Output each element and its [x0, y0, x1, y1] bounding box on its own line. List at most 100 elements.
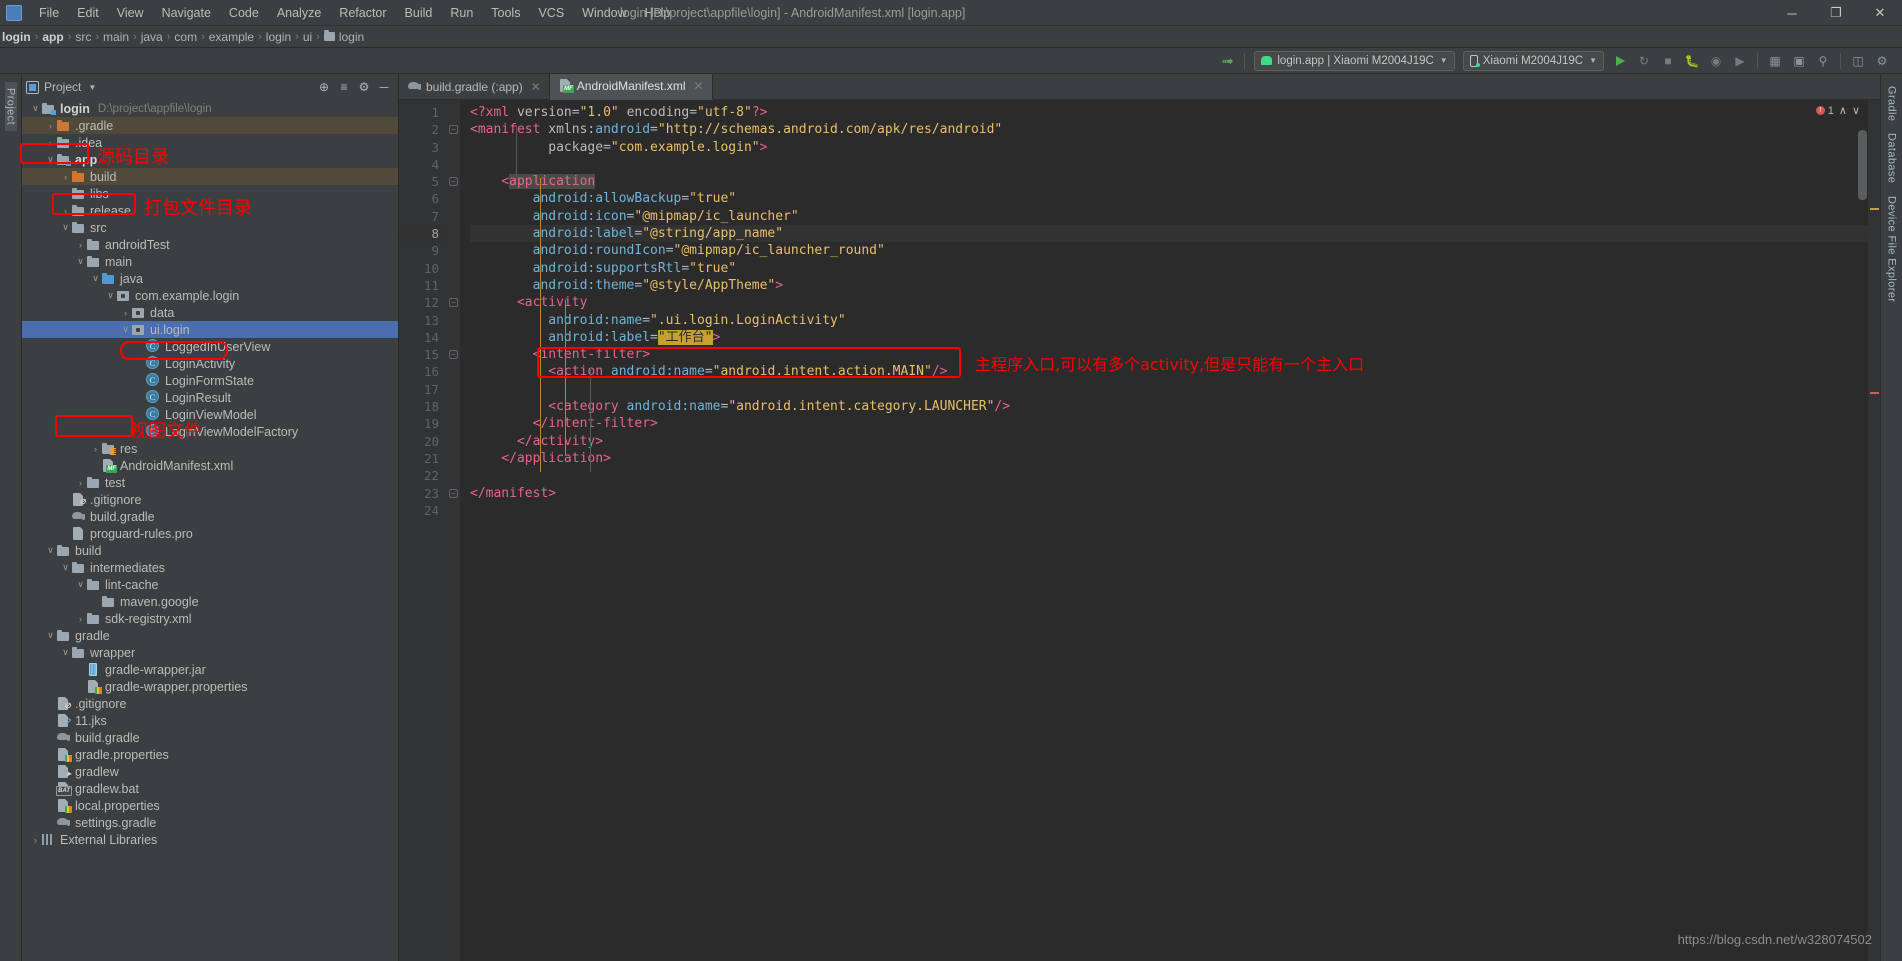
- error-stripe-gutter[interactable]: [1868, 100, 1880, 961]
- menu-item-navigate[interactable]: Navigate: [153, 3, 220, 23]
- chevron-down-icon[interactable]: ∨: [30, 103, 41, 114]
- tree-item-proguard-rules-pro[interactable]: proguard-rules.pro: [22, 525, 398, 542]
- tree-item-res[interactable]: › res: [22, 440, 398, 457]
- chevron-down-icon[interactable]: ∨: [75, 256, 86, 267]
- chevron-right-icon[interactable]: ›: [75, 478, 86, 488]
- code-line[interactable]: [470, 502, 1868, 519]
- chevron-right-icon[interactable]: ›: [60, 172, 71, 182]
- code-line[interactable]: <manifest xmlns:android="http://schemas.…: [470, 121, 1868, 138]
- fold-marker[interactable]: −: [447, 173, 460, 190]
- menu-bar[interactable]: File Edit View Navigate Code Analyze Refactor B…: [30, 3, 679, 23]
- menu-item-file[interactable]: File: [30, 3, 68, 23]
- profiler-icon[interactable]: ◉: [1705, 50, 1727, 72]
- tree-item-build-gradle[interactable]: build.gradle: [22, 508, 398, 525]
- breadcrumb[interactable]: login › app › src › main › java › com › example › logi…: [0, 26, 1902, 48]
- tree-item-data[interactable]: › data: [22, 304, 398, 321]
- chevron-down-icon[interactable]: ∨: [60, 222, 71, 233]
- rail-item-database[interactable]: Database: [1886, 127, 1898, 189]
- tree-item-login[interactable]: ∨ login D:\project\appfile\login: [22, 100, 398, 117]
- code-line[interactable]: [470, 156, 1868, 173]
- editor-scrollbar[interactable]: [1858, 130, 1867, 200]
- left-tool-rail[interactable]: Project: [0, 74, 22, 961]
- tree-item-test[interactable]: › test: [22, 474, 398, 491]
- code-line[interactable]: android:icon="@mipmap/ic_launcher": [470, 208, 1868, 225]
- chevron-down-icon[interactable]: ∨: [60, 562, 71, 573]
- code-line[interactable]: </application>: [470, 450, 1868, 467]
- attach-debugger-icon[interactable]: ▶: [1729, 50, 1751, 72]
- code-content[interactable]: <?xml version="1.0" encoding="utf-8"?> <m…: [460, 100, 1868, 961]
- tree-item-ui-login[interactable]: ∨ ui.login: [22, 321, 398, 338]
- layout-inspector-icon[interactable]: ◫: [1847, 50, 1869, 72]
- tree-item-external-libraries[interactable]: › External Libraries: [22, 831, 398, 848]
- tree-item-gradle-properties[interactable]: gradle.properties: [22, 746, 398, 763]
- menu-item-code[interactable]: Code: [220, 3, 268, 23]
- chevron-right-icon[interactable]: ›: [45, 121, 56, 131]
- chevron-down-icon[interactable]: ∨: [45, 545, 56, 556]
- run-configuration-selector[interactable]: login.app | Xiaomi M2004J19C ▼: [1254, 50, 1455, 71]
- breadcrumb-item-login[interactable]: login: [323, 30, 364, 44]
- settings-gear-icon[interactable]: ⚙: [1871, 50, 1893, 72]
- inspection-summary[interactable]: ! 1 ∧ ∨: [1815, 104, 1860, 117]
- gear-icon[interactable]: ⚙: [354, 77, 374, 97]
- chevron-right-icon[interactable]: ›: [90, 444, 101, 454]
- code-line[interactable]: android:label="@string/app_name": [470, 225, 1868, 243]
- tree-item-loginviewmodelfactory[interactable]: C LoginViewModelFactory: [22, 423, 398, 440]
- tree-item--gitignore[interactable]: ⊘ .gitignore: [22, 491, 398, 508]
- tree-item-local-properties[interactable]: local.properties: [22, 797, 398, 814]
- code-editor[interactable]: 1 2 3 4 5 6 7 8 9 10 11 12 13 14 15 16 17 18 19 20 21 22 23 24 …: [399, 100, 1880, 961]
- hide-panel-icon[interactable]: ─: [374, 77, 394, 97]
- tree-item-main[interactable]: ∨ main: [22, 253, 398, 270]
- project-tree[interactable]: ∨ login D:\project\appfile\login › .gradle ›.…: [22, 100, 398, 961]
- chevron-right-icon[interactable]: ›: [120, 308, 131, 318]
- tree-item-androidtest[interactable]: › androidTest: [22, 236, 398, 253]
- tree-item-loginformstate[interactable]: C LoginFormState: [22, 372, 398, 389]
- breadcrumb-item-src[interactable]: src: [75, 30, 91, 44]
- tree-item-maven-google[interactable]: maven.google: [22, 593, 398, 610]
- code-line[interactable]: android:roundIcon="@mipmap/ic_launcher_r…: [470, 242, 1868, 259]
- chevron-down-icon[interactable]: ∨: [45, 154, 56, 165]
- tree-item-java[interactable]: ∨ java: [22, 270, 398, 287]
- code-line[interactable]: android:supportsRtl="true": [470, 260, 1868, 277]
- menu-item-build[interactable]: Build: [396, 3, 442, 23]
- prev-issue-icon[interactable]: ∧: [1839, 104, 1847, 117]
- code-line[interactable]: </intent-filter>: [470, 415, 1868, 432]
- stripe-marker-error[interactable]: [1870, 392, 1879, 394]
- chevron-down-icon[interactable]: ▼: [88, 83, 96, 92]
- breadcrumb-item-example[interactable]: example: [209, 30, 254, 44]
- menu-item-vcs[interactable]: VCS: [529, 3, 573, 23]
- breadcrumb-item-app[interactable]: app: [42, 30, 63, 44]
- sdk-manager-icon[interactable]: ▦: [1764, 50, 1786, 72]
- chevron-down-icon[interactable]: ∨: [45, 630, 56, 641]
- tree-item-gradle[interactable]: ∨ gradle: [22, 627, 398, 644]
- breadcrumb-item-ui[interactable]: ui: [303, 30, 312, 44]
- code-line[interactable]: android:label="工作台">: [470, 329, 1868, 346]
- debug-button[interactable]: ■: [1657, 50, 1679, 72]
- tree-item-gradlew-bat[interactable]: BAT gradlew.bat: [22, 780, 398, 797]
- collapse-all-icon[interactable]: ≡: [334, 77, 354, 97]
- tree-item-src[interactable]: ∨ src: [22, 219, 398, 236]
- code-line[interactable]: android:name=".ui.login.LoginActivity": [470, 312, 1868, 329]
- project-panel-header[interactable]: Project ▼ ⊕ ≡ ⚙ ─: [22, 74, 398, 100]
- build-hammer-icon[interactable]: ➟: [1216, 50, 1238, 72]
- tree-item-loginactivity[interactable]: C LoginActivity: [22, 355, 398, 372]
- tree-item--idea[interactable]: › .idea: [22, 134, 398, 151]
- chevron-right-icon[interactable]: ›: [75, 614, 86, 624]
- menu-item-tools[interactable]: Tools: [482, 3, 529, 23]
- chevron-right-icon[interactable]: ›: [45, 138, 56, 148]
- fold-marker[interactable]: −: [447, 121, 460, 138]
- search-everywhere-icon[interactable]: ⚲: [1812, 50, 1834, 72]
- tree-item-build[interactable]: › build: [22, 168, 398, 185]
- right-tool-rail[interactable]: Gradle Database Device File Explorer: [1880, 74, 1902, 961]
- main-toolbar[interactable]: ➟ login.app | Xiaomi M2004J19C ▼ Xiaomi …: [0, 48, 1902, 74]
- fold-marker[interactable]: −: [447, 294, 460, 311]
- minimize-button[interactable]: ─: [1770, 0, 1814, 26]
- editor-tab-androidmanifest-xml[interactable]: MF AndroidManifest.xml ✕: [549, 73, 713, 100]
- code-folding-gutter[interactable]: − − − − −: [447, 100, 460, 961]
- close-button[interactable]: ✕: [1858, 0, 1902, 26]
- sync-project-icon[interactable]: ↻: [1633, 50, 1655, 72]
- tree-item-intermediates[interactable]: ∨ intermediates: [22, 559, 398, 576]
- chevron-right-icon[interactable]: ›: [75, 240, 86, 250]
- chevron-right-icon[interactable]: ›: [30, 835, 41, 845]
- close-tab-icon[interactable]: ✕: [531, 80, 541, 94]
- code-line[interactable]: android:allowBackup="true": [470, 190, 1868, 207]
